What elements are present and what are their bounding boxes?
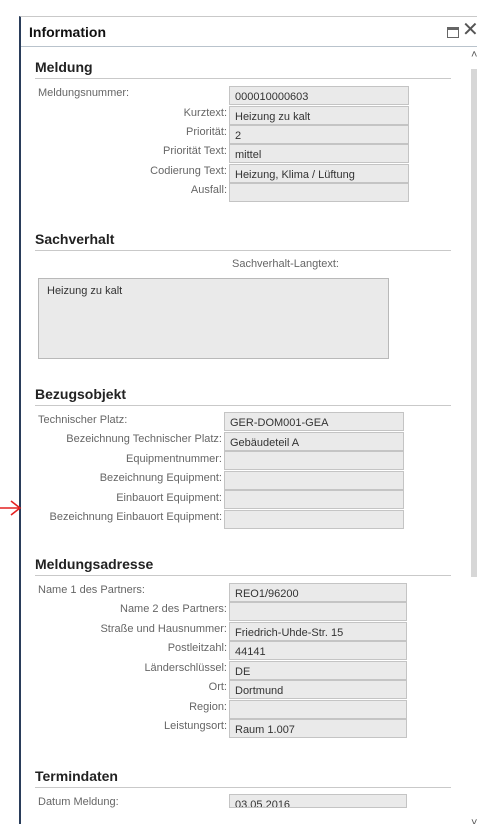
field-bezeichnung-equipment[interactable] bbox=[224, 471, 404, 490]
label-kurztext: Kurztext: bbox=[183, 107, 227, 119]
section-divider bbox=[35, 405, 451, 406]
label-prioritaet-text: Priorität Text: bbox=[163, 145, 227, 157]
field-prioritaet-text[interactable]: mittel bbox=[229, 144, 409, 163]
field-codierung-text[interactable]: Heizung, Klima / Lüftung bbox=[229, 164, 409, 183]
field-ausfall[interactable] bbox=[229, 183, 409, 202]
maximize-icon[interactable] bbox=[447, 27, 459, 38]
field-strasse[interactable]: Friedrich-Uhde-Str. 15 bbox=[229, 622, 407, 641]
label-leistungsort: Leistungsort: bbox=[164, 720, 227, 732]
field-leistungsort[interactable]: Raum 1.007 bbox=[229, 719, 407, 738]
field-name2[interactable] bbox=[229, 602, 407, 621]
vertical-scrollbar[interactable]: ˄ ˅ bbox=[470, 49, 477, 824]
field-name1[interactable]: REO1/96200 bbox=[229, 583, 407, 602]
information-dialog: Information ✕ Meldung Meldungsnummer: 00… bbox=[19, 16, 477, 824]
field-meldungsnummer[interactable]: 000010000603 bbox=[229, 86, 409, 105]
label-name2: Name 2 des Partners: bbox=[120, 603, 227, 615]
field-technischer-platz[interactable]: GER-DOM001-GEA bbox=[224, 412, 404, 431]
label-codierung-text: Codierung Text: bbox=[150, 165, 227, 177]
sachverhalt-langtext-area[interactable]: Heizung zu kalt bbox=[38, 278, 389, 359]
section-divider bbox=[35, 78, 451, 79]
field-prioritaet[interactable]: 2 bbox=[229, 125, 409, 144]
field-postleitzahl[interactable]: 44141 bbox=[229, 641, 407, 660]
field-region[interactable] bbox=[229, 700, 407, 719]
field-bezeichnung-technischer-platz[interactable]: Gebäudeteil A bbox=[224, 432, 404, 451]
label-bezeichnung-technischer-platz: Bezeichnung Technischer Platz: bbox=[66, 433, 222, 445]
section-title-termindaten: Termindaten bbox=[35, 768, 118, 784]
label-datum-meldung: Datum Meldung: bbox=[38, 796, 119, 808]
section-title-bezugsobjekt: Bezugsobjekt bbox=[35, 386, 127, 402]
field-kurztext[interactable]: Heizung zu kalt bbox=[229, 106, 409, 125]
section-divider bbox=[35, 787, 451, 788]
section-divider bbox=[35, 575, 451, 576]
label-strasse: Straße und Hausnummer: bbox=[100, 623, 227, 635]
label-laenderschluessel: Länderschlüssel: bbox=[144, 662, 227, 674]
field-equipmentnummer[interactable] bbox=[224, 451, 404, 470]
field-ort[interactable]: Dortmund bbox=[229, 680, 407, 699]
label-ort: Ort: bbox=[208, 681, 227, 693]
field-bezeichnung-einbauort-equipment[interactable] bbox=[224, 510, 404, 529]
label-meldungsnummer: Meldungsnummer: bbox=[38, 87, 130, 99]
label-equipmentnummer: Equipmentnummer: bbox=[126, 453, 222, 465]
section-title-sachverhalt: Sachverhalt bbox=[35, 231, 115, 247]
label-technischer-platz: Technischer Platz: bbox=[38, 414, 128, 426]
red-arrow-icon bbox=[0, 500, 22, 516]
label-einbauort-equipment: Einbauort Equipment: bbox=[116, 492, 222, 504]
dialog-header: Information ✕ bbox=[21, 17, 477, 47]
field-datum-meldung[interactable]: 03.05.2016 bbox=[229, 794, 407, 808]
label-ausfall: Ausfall: bbox=[190, 184, 227, 196]
close-icon[interactable]: ✕ bbox=[462, 20, 477, 40]
scroll-down-icon[interactable]: ˅ bbox=[471, 817, 477, 824]
label-bezeichnung-einbauort-equipment: Bezeichnung Einbauort Equipment: bbox=[49, 511, 222, 523]
scrollbar-thumb[interactable] bbox=[471, 69, 477, 577]
section-title-meldung: Meldung bbox=[35, 59, 93, 75]
label-region: Region: bbox=[189, 701, 227, 713]
label-bezeichnung-equipment: Bezeichnung Equipment: bbox=[99, 472, 222, 484]
section-title-meldungsadresse: Meldungsadresse bbox=[35, 556, 154, 572]
label-prioritaet: Priorität: bbox=[186, 126, 227, 138]
scroll-up-icon[interactable]: ˄ bbox=[471, 49, 477, 61]
label-sachverhalt-langtext: Sachverhalt-Langtext: bbox=[231, 258, 339, 270]
label-name1: Name 1 des Partners: bbox=[38, 584, 145, 596]
dialog-title: Information bbox=[29, 24, 106, 40]
section-divider bbox=[35, 250, 451, 251]
field-laenderschluessel[interactable]: DE bbox=[229, 661, 407, 680]
label-postleitzahl: Postleitzahl: bbox=[167, 642, 227, 654]
field-einbauort-equipment[interactable] bbox=[224, 490, 404, 509]
